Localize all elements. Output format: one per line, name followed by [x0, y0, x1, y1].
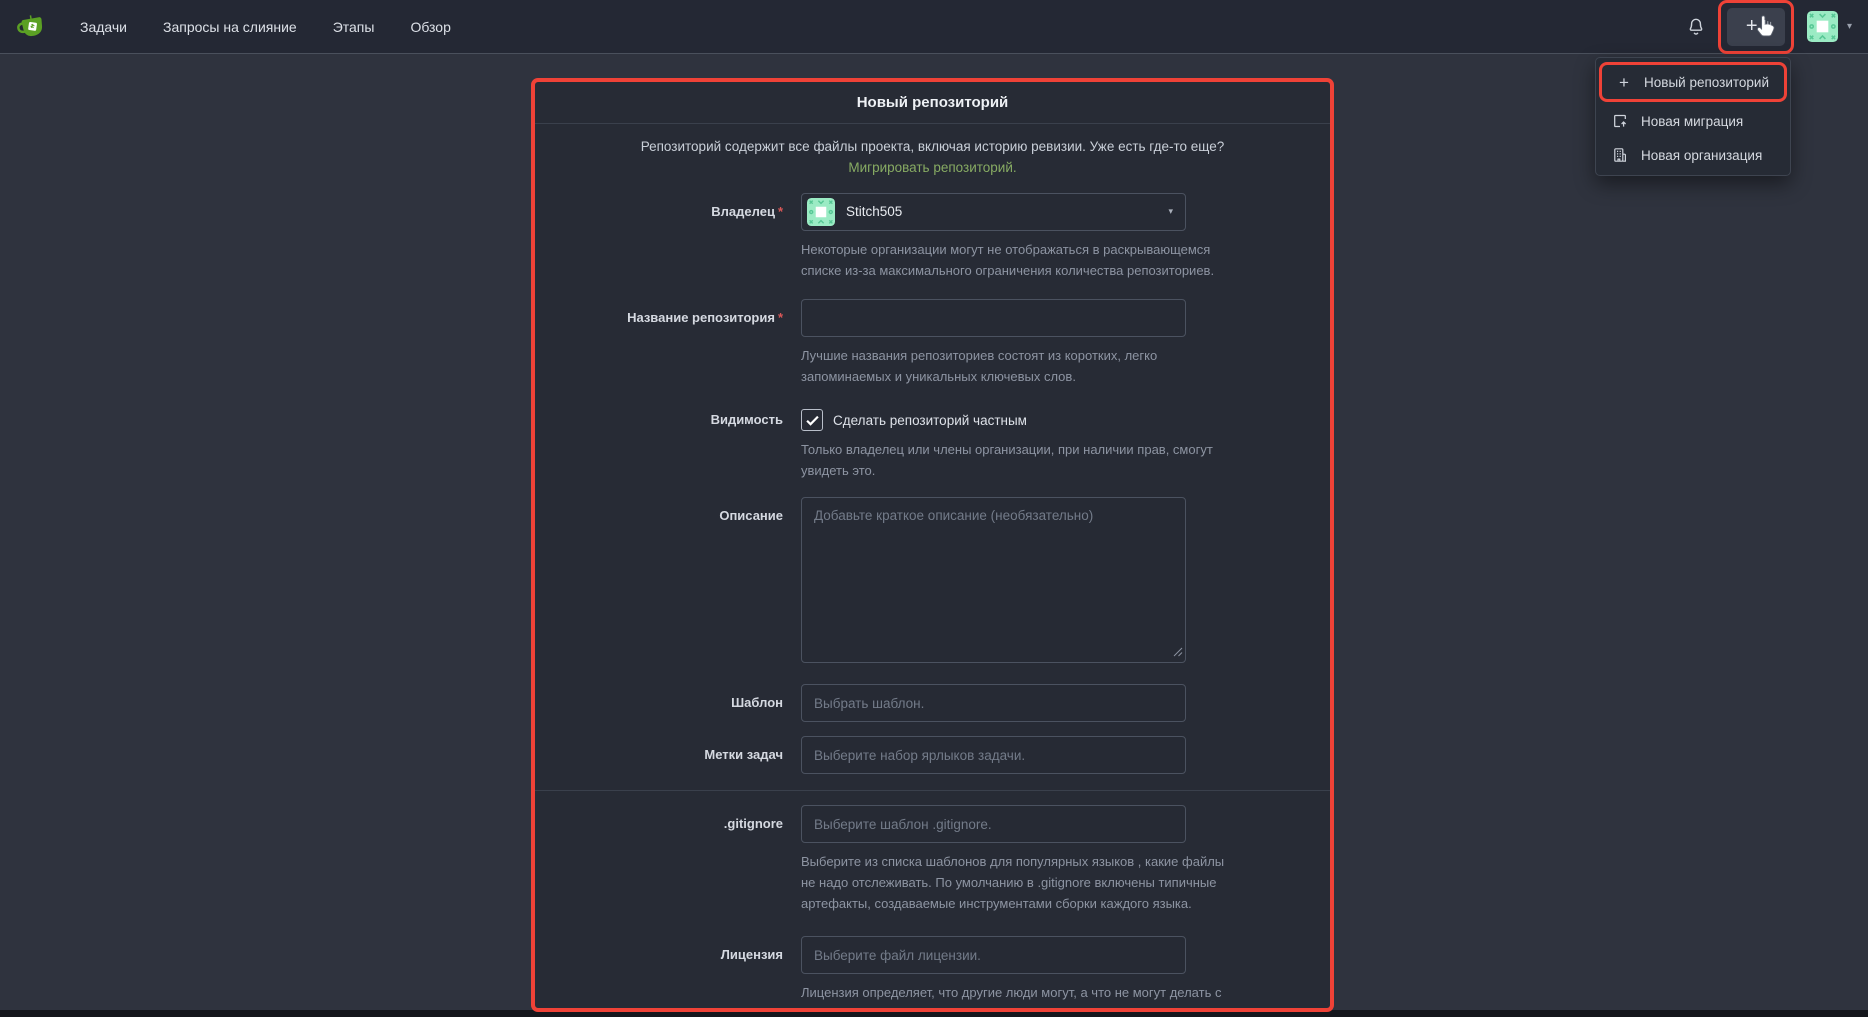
description-label: Описание — [535, 497, 801, 668]
gitea-logo[interactable] — [16, 12, 50, 42]
menu-item-label: Новая организация — [1641, 148, 1762, 163]
user-menu-button[interactable]: ▾ — [1807, 11, 1852, 42]
highlight-box-new-repository: + Новый репозиторий — [1599, 62, 1787, 102]
check-icon — [806, 415, 819, 426]
menu-item-label: Новая миграция — [1641, 114, 1743, 129]
nav-link-merge-requests[interactable]: Запросы на слияние — [163, 19, 297, 35]
chevron-down-icon: ▾ — [1168, 206, 1173, 217]
intro-text: Репозиторий содержит все файлы проекта, … — [641, 139, 1225, 154]
visibility-help: Только владелец или члены организации, п… — [801, 439, 1226, 481]
field-row-license: Лицензия Выберите файл лицензии. Лицензи… — [535, 936, 1330, 1012]
private-checkbox[interactable] — [801, 409, 823, 431]
owner-label: Владелец* — [535, 193, 801, 281]
field-row-template: Шаблон Выбрать шаблон. — [535, 684, 1330, 722]
menu-item-new-repository[interactable]: + Новый репозиторий — [1602, 65, 1784, 99]
form-title: Новый репозиторий — [535, 82, 1330, 124]
owner-avatar — [807, 198, 835, 226]
gitignore-select[interactable]: Выберите шаблон .gitignore. — [801, 805, 1186, 843]
repo-name-label: Название репозитория* — [535, 299, 801, 387]
section-divider — [535, 790, 1330, 791]
main-nav: Задачи Запросы на слияние Этапы Обзор — [80, 19, 451, 35]
navbar-right: + ▾ — [1681, 8, 1852, 46]
nav-link-milestones[interactable]: Этапы — [333, 19, 375, 35]
license-help: Лицензия определяет, что другие люди мог… — [801, 982, 1226, 1012]
owner-help: Некоторые организации могут не отображат… — [801, 239, 1226, 281]
nav-link-issues[interactable]: Задачи — [80, 19, 127, 35]
plus-icon: + — [1746, 16, 1758, 36]
chevron-down-icon: ▾ — [1847, 21, 1852, 32]
owner-label-text: Владелец — [711, 204, 775, 219]
gitignore-help: Выберите из списка шаблонов для популярн… — [801, 851, 1226, 914]
migrate-repository-link[interactable]: Мигрировать репозиторий. — [848, 160, 1016, 175]
create-menu-dropdown: + Новый репозиторий Новая миграция Новая… — [1595, 57, 1791, 176]
license-label: Лицензия — [535, 936, 801, 1012]
bell-icon — [1687, 17, 1705, 36]
create-new-button[interactable]: + ▾ — [1727, 8, 1785, 46]
top-navbar: Задачи Запросы на слияние Этапы Обзор + … — [0, 0, 1868, 54]
issue-labels-label: Метки задач — [535, 736, 801, 774]
license-select[interactable]: Выберите файл лицензии. — [801, 936, 1186, 974]
plus-icon: + — [1617, 74, 1631, 91]
create-new-wrap: + ▾ — [1727, 8, 1785, 46]
field-row-repo-name: Название репозитория* Лучшие названия ре… — [535, 299, 1330, 387]
visibility-label: Видимость — [535, 409, 801, 481]
license-help-text: Лицензия определяет, что другие люди мог… — [801, 985, 1221, 1012]
chevron-down-icon: ▾ — [1762, 21, 1767, 32]
migration-icon — [1611, 113, 1628, 129]
field-row-issue-labels: Метки задач Выберите набор ярлыков задач… — [535, 736, 1330, 774]
private-checkbox-label[interactable]: Сделать репозиторий частным — [833, 413, 1027, 428]
template-select[interactable]: Выбрать шаблон. — [801, 684, 1186, 722]
description-textarea[interactable] — [801, 497, 1186, 663]
repo-name-help: Лучшие названия репозиториев состоят из … — [801, 345, 1226, 387]
menu-item-label: Новый репозиторий — [1644, 75, 1769, 90]
owner-value: Stitch505 — [846, 204, 902, 219]
required-mark: * — [778, 310, 783, 325]
form-intro: Репозиторий содержит все файлы проекта, … — [603, 137, 1263, 179]
owner-select[interactable]: Stitch505 ▾ — [801, 193, 1186, 231]
nav-link-explore[interactable]: Обзор — [410, 19, 450, 35]
field-row-gitignore: .gitignore Выберите шаблон .gitignore. В… — [535, 805, 1330, 914]
gitea-cup-icon — [16, 12, 48, 42]
organization-icon — [1611, 147, 1628, 163]
repo-name-input[interactable] — [801, 299, 1186, 337]
field-row-description: Описание — [535, 497, 1330, 668]
new-repository-form-panel: Новый репозиторий Репозиторий содержит в… — [531, 78, 1334, 1012]
field-row-visibility: Видимость Сделать репозиторий частным То… — [535, 409, 1330, 481]
required-mark: * — [778, 204, 783, 219]
field-row-owner: Владелец* Stitch505 — [535, 193, 1330, 281]
issue-labels-select[interactable]: Выберите набор ярлыков задачи. — [801, 736, 1186, 774]
gitignore-label: .gitignore — [535, 805, 801, 914]
repo-name-label-text: Название репозитория — [627, 310, 775, 325]
template-label: Шаблон — [535, 684, 801, 722]
user-avatar — [1807, 11, 1838, 42]
menu-item-new-migration[interactable]: Новая миграция — [1596, 104, 1790, 138]
menu-item-new-organization[interactable]: Новая организация — [1596, 138, 1790, 172]
gitea-new-repository-page: { "colors": { "highlight_red": "#ef4237"… — [0, 0, 1868, 1017]
notifications-button[interactable] — [1681, 11, 1711, 42]
resize-handle-icon[interactable] — [1173, 644, 1183, 662]
